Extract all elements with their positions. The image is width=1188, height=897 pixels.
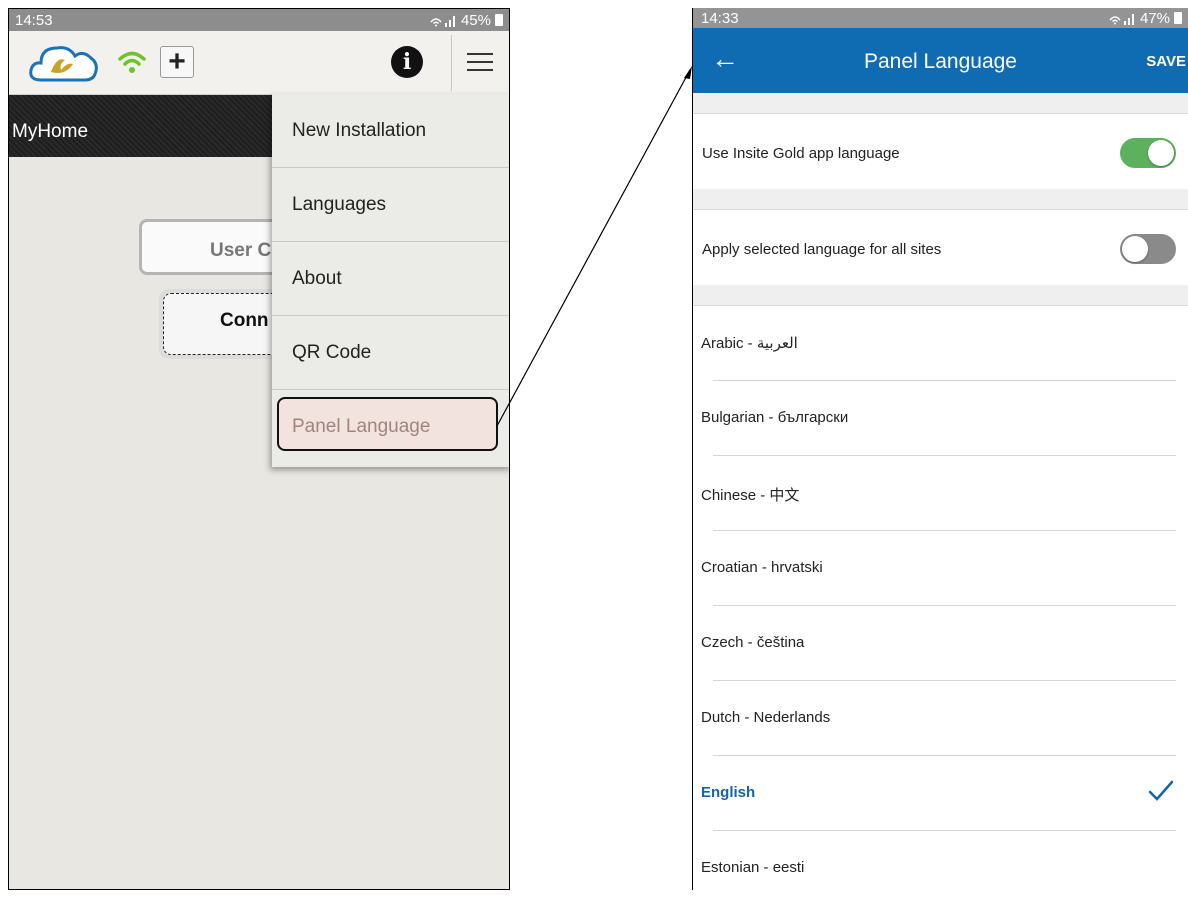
status-indicators: 47%: [1108, 10, 1182, 27]
language-label: Chinese - 中文: [701, 487, 800, 504]
top-toolbar: + i: [9, 31, 509, 95]
setting-use-app-language[interactable]: Use Insite Gold app language: [693, 114, 1188, 189]
section-spacer: [693, 93, 1188, 114]
language-label: Estonian - eesti: [701, 859, 805, 876]
signal-icon: [430, 16, 455, 27]
setting-label: Apply selected language for all sites: [702, 241, 942, 258]
signal-icon: [1109, 14, 1134, 25]
language-item-estonian[interactable]: Estonian - eesti: [693, 831, 1188, 890]
language-item-arabic[interactable]: Arabic - العربية: [693, 306, 1188, 381]
wifi-icon: [118, 51, 146, 73]
language-item-dutch[interactable]: Dutch - Nederlands: [693, 681, 1188, 756]
app-language-toggle[interactable]: [1120, 138, 1176, 168]
status-indicators: 45%: [429, 12, 503, 29]
menu-item-about[interactable]: About: [272, 242, 509, 316]
language-label: Arabic - العربية: [701, 335, 798, 352]
section-spacer: [693, 285, 1188, 306]
info-icon[interactable]: i: [391, 46, 423, 78]
setting-label: Use Insite Gold app language: [702, 145, 900, 162]
language-item-croatian[interactable]: Croatian - hrvatski: [693, 531, 1188, 606]
battery-percent: 47%: [1139, 9, 1170, 27]
toolbar-divider: [451, 35, 452, 91]
overflow-menu: New Installation Languages About QR Code…: [272, 94, 509, 467]
apply-all-sites-toggle[interactable]: [1120, 234, 1176, 264]
add-site-button[interactable]: +: [160, 46, 194, 78]
status-time: 14:33: [701, 9, 739, 27]
battery-icon: [495, 14, 503, 26]
right-phone-screen: 14:33 47% ← Panel Language SAVE Use Insi…: [692, 8, 1188, 890]
checkmark-icon: [1148, 780, 1174, 801]
language-label: Bulgarian - български: [701, 409, 849, 426]
language-item-bulgarian[interactable]: Bulgarian - български: [693, 381, 1188, 456]
language-list: Arabic - العربية Bulgarian - български C…: [693, 306, 1188, 890]
page-title: Panel Language: [864, 50, 1017, 73]
language-label: Croatian - hrvatski: [701, 559, 823, 576]
language-label: English: [701, 784, 756, 801]
status-bar: 14:53 45%: [9, 9, 509, 31]
language-item-chinese[interactable]: Chinese - 中文: [693, 456, 1188, 531]
section-spacer: [693, 189, 1188, 210]
logo-icon[interactable]: [27, 40, 101, 84]
status-bar: 14:33 47%: [693, 8, 1188, 28]
save-button[interactable]: SAVE: [1146, 53, 1186, 70]
status-time: 14:53: [15, 11, 53, 29]
language-label: Czech - čeština: [701, 634, 805, 651]
menu-item-new-installation[interactable]: New Installation: [272, 94, 509, 168]
menu-item-languages[interactable]: Languages: [272, 168, 509, 242]
language-item-czech[interactable]: Czech - čeština: [693, 606, 1188, 681]
language-item-english[interactable]: English: [693, 756, 1188, 831]
hamburger-menu-icon[interactable]: [467, 53, 493, 73]
battery-icon: [1174, 12, 1182, 24]
menu-item-panel-language-label: Panel Language: [292, 416, 431, 437]
battery-percent: 45%: [460, 11, 491, 29]
site-title: MyHome: [12, 121, 89, 142]
menu-item-panel-language[interactable]: Panel Language: [272, 390, 509, 464]
setting-apply-all-sites[interactable]: Apply selected language for all sites: [693, 210, 1188, 285]
language-label: Dutch - Nederlands: [701, 709, 831, 726]
left-phone-screen: 14:53 45% + i MyHome User C Conn New Ins…: [8, 8, 510, 890]
menu-item-qr-code[interactable]: QR Code: [272, 316, 509, 390]
app-bar: ← Panel Language SAVE: [693, 28, 1188, 93]
